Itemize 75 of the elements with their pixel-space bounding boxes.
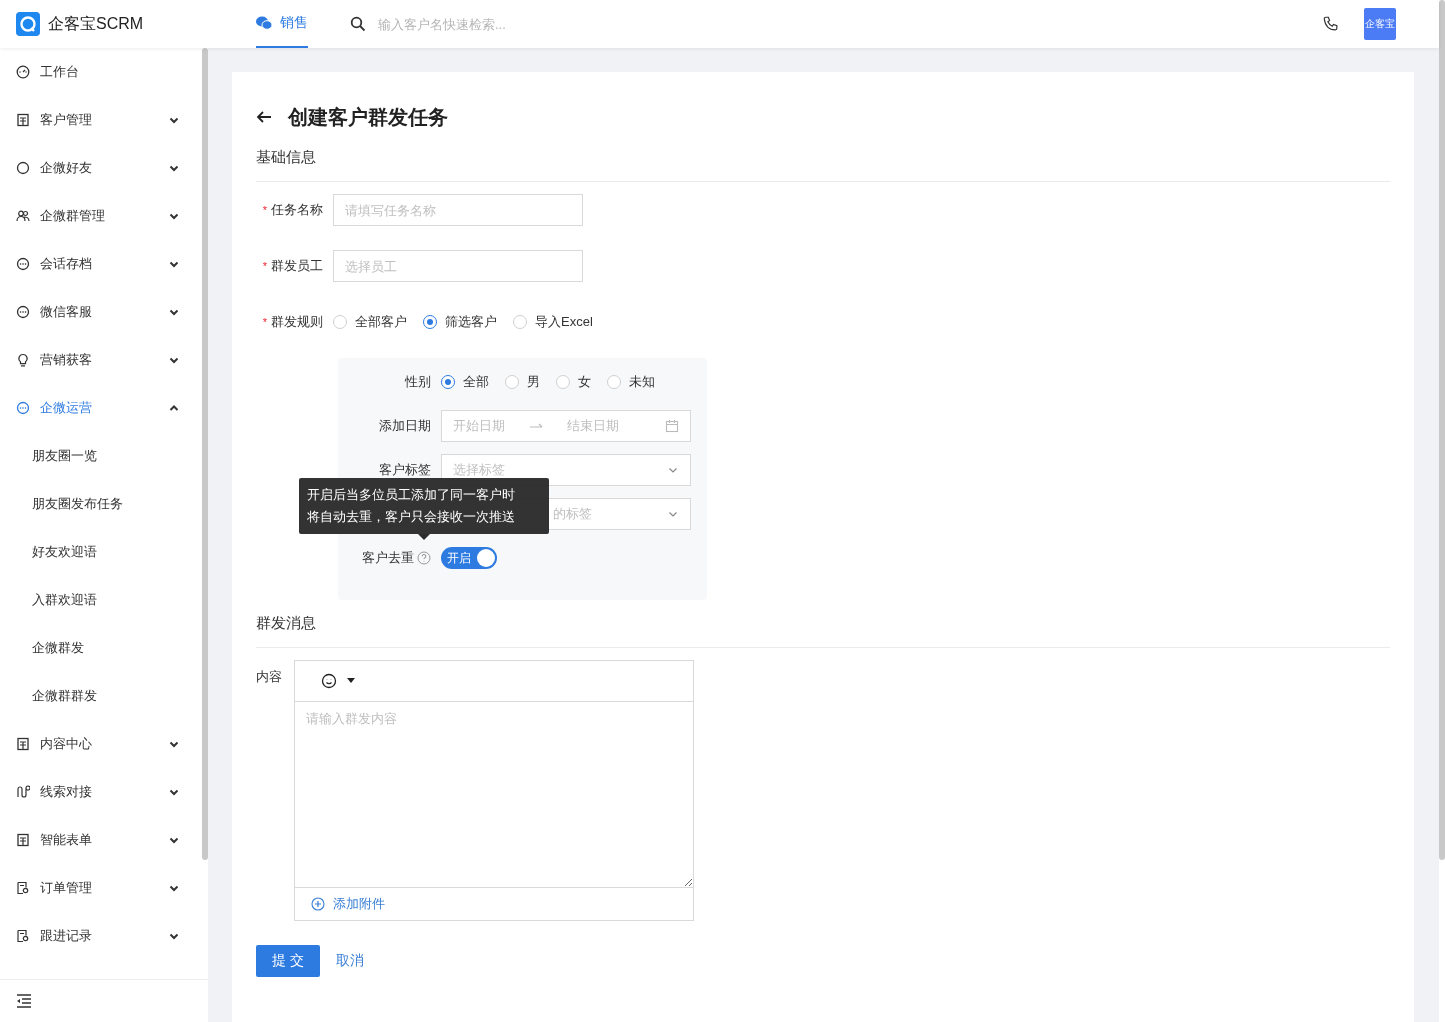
submenu-item[interactable]: 好友欢迎语 <box>0 528 202 576</box>
search-icon <box>350 16 366 32</box>
menu-icon <box>16 65 30 79</box>
plus-circle-icon <box>311 897 325 911</box>
sidebar-item[interactable]: 线索对接 <box>0 768 202 816</box>
field-label: 客户去重 <box>362 549 414 567</box>
sidebar-item[interactable]: 客户管理 <box>0 96 202 144</box>
emoji-icon[interactable] <box>321 673 337 689</box>
toggle-switch[interactable]: 开启 <box>441 547 497 569</box>
section-title: 基础信息 <box>256 134 1390 182</box>
menu-icon <box>16 833 30 847</box>
sidebar-item[interactable]: 企微好友 <box>0 144 202 192</box>
radio-option[interactable]: 全部客户 <box>333 313 407 331</box>
field-label: 性别 <box>404 373 431 391</box>
staff-select[interactable]: 选择员工 <box>333 250 583 282</box>
back-arrow-icon[interactable] <box>256 109 272 125</box>
radio-option[interactable]: 未知 <box>607 373 655 391</box>
sidebar-item[interactable]: 企微群管理 <box>0 192 202 240</box>
menu-icon <box>16 353 30 367</box>
menu-icon <box>16 929 30 943</box>
field-label: 客户标签 <box>378 461 431 479</box>
submenu-item[interactable]: 企微群发 <box>0 624 202 672</box>
task-name-field[interactable]: 请填写任务名称 <box>333 194 583 226</box>
field-label: 添加日期 <box>378 417 431 435</box>
app-name: 企客宝SCRM <box>48 13 144 34</box>
sidebar-item[interactable]: 微信客服 <box>0 288 202 336</box>
menu-icon <box>16 737 30 751</box>
calendar-icon <box>665 419 679 433</box>
field-label: * 任务名称 <box>261 201 323 219</box>
submenu-item[interactable]: 朋友圈发布任务 <box>0 480 202 528</box>
field-label: * 群发员工 <box>261 257 323 275</box>
nav-tab[interactable]: 销售 <box>256 0 308 48</box>
submit-button[interactable]: 提 交 <box>256 945 320 977</box>
logo-icon <box>16 12 40 36</box>
menu-icon <box>16 401 30 415</box>
submenu-item[interactable]: 入群欢迎语 <box>0 576 202 624</box>
sidebar-item[interactable]: 跟进记录 <box>0 912 202 960</box>
caret-icon[interactable] <box>346 678 356 684</box>
sidebar-item[interactable]: 会话存档 <box>0 240 202 288</box>
menu-icon <box>16 113 30 127</box>
radio-option[interactable]: 女 <box>556 373 591 391</box>
sidebar-item[interactable]: 智能表单 <box>0 816 202 864</box>
radio-circle[interactable] <box>423 315 437 329</box>
avatar[interactable]: 企客宝 <box>1364 8 1396 40</box>
add-attachment-link[interactable]: 添加附件 <box>311 895 385 913</box>
sidebar-item[interactable]: 内容中心 <box>0 720 202 768</box>
menu-icon <box>16 881 30 895</box>
phone-icon[interactable] <box>1322 15 1340 33</box>
tooltip: 开启后当多位员工添加了同一客户时 将自动去重，客户只会接收一次推送 <box>299 478 549 534</box>
sidebar-item[interactable]: 营销获客 <box>0 336 202 384</box>
menu-icon <box>16 209 30 223</box>
radio-option[interactable]: 男 <box>505 373 540 391</box>
radio-option[interactable]: 筛选客户 <box>423 313 497 331</box>
menu-icon <box>16 161 30 175</box>
field-label: * 群发规则 <box>261 313 323 331</box>
radio-circle[interactable] <box>441 375 455 389</box>
field-label: 内容 <box>256 668 283 686</box>
arrow-icon <box>529 422 543 430</box>
page-title: 创建客户群发任务 <box>288 104 448 130</box>
tooltip-arrow-icon <box>418 534 430 540</box>
menu-icon <box>16 257 30 271</box>
menu-icon <box>16 785 30 799</box>
section-title: 群发消息 <box>256 600 1390 648</box>
help-icon[interactable] <box>417 551 431 565</box>
submenu-item[interactable]: 企微群群发 <box>0 672 202 720</box>
cancel-link[interactable]: 取消 <box>336 952 364 970</box>
submenu-item[interactable]: 朋友圈一览 <box>0 432 202 480</box>
sidebar-item[interactable]: 订单管理 <box>0 864 202 912</box>
sidebar-item[interactable]: 企微运营 <box>0 384 202 432</box>
chat-icon <box>256 16 272 30</box>
radio-option[interactable]: 导入Excel <box>513 313 593 331</box>
sidebar-item[interactable]: 工作台 <box>0 48 202 96</box>
radio-option[interactable]: 全部 <box>441 373 489 391</box>
menu-icon <box>16 305 30 319</box>
collapse-menu-icon[interactable] <box>16 994 32 1008</box>
